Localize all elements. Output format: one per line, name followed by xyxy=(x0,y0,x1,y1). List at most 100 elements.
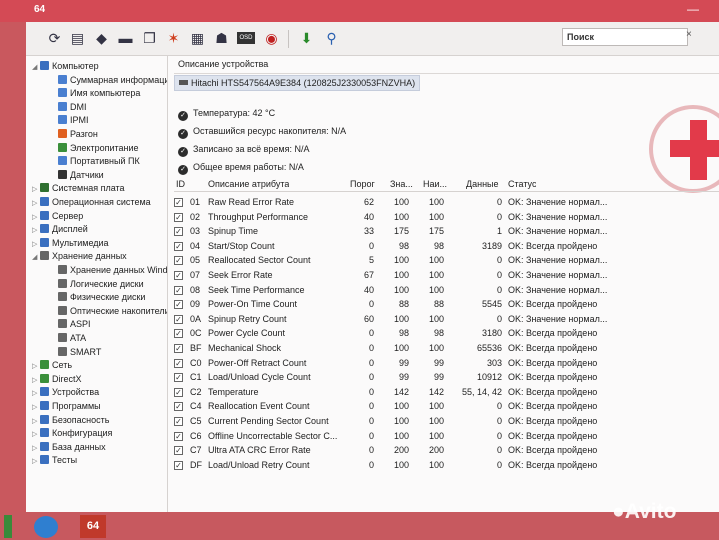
sidebar-item-tests[interactable]: ▷ Тесты xyxy=(32,454,77,466)
user-icon[interactable]: ☗ xyxy=(213,30,230,47)
sidebar-item-storage[interactable]: ◢ Хранение данных xyxy=(32,250,127,262)
expand-arrow-icon[interactable]: ◢ xyxy=(32,62,40,74)
table-row[interactable]: ✓ 0C Power Cycle Count 0 98 98 3180 OK: Всегда … xyxy=(174,326,719,341)
expand-arrow-icon[interactable]: ▷ xyxy=(32,212,40,224)
sidebar-item-security[interactable]: ▷ Безопасность xyxy=(32,414,109,426)
sidebar-item-optical-drives[interactable]: Оптические накопители xyxy=(50,305,167,317)
search-clear-icon[interactable]: × xyxy=(686,29,692,40)
expand-arrow-icon[interactable]: ▷ xyxy=(32,402,40,414)
table-row[interactable]: ✓ 02 Throughput Performance 40 100 100 0 OK: Зн… xyxy=(174,210,719,225)
sidebar-item-summary[interactable]: Суммарная информация xyxy=(50,74,167,86)
favorites-icon[interactable]: ✶ xyxy=(165,30,182,47)
sidebar-item-power[interactable]: Электропитание xyxy=(50,142,139,154)
sidebar-item-smart[interactable]: SMART xyxy=(50,346,101,358)
network-icon[interactable]: ◆ xyxy=(93,30,110,47)
row-checkbox[interactable]: ✓ xyxy=(174,198,183,207)
sidebar-item-devices[interactable]: ▷ Устройства xyxy=(32,386,99,398)
report-icon[interactable]: ▤ xyxy=(69,30,86,47)
clipboard-icon[interactable]: ▦ xyxy=(189,30,206,47)
table-row[interactable]: ✓ 09 Power-On Time Count 0 88 88 5545 OK: Всегд… xyxy=(174,297,719,312)
expand-arrow-icon[interactable]: ▷ xyxy=(32,388,40,400)
col-value[interactable]: Зна... xyxy=(390,179,413,189)
table-row[interactable]: ✓ 0A Spinup Retry Count 60 100 100 0 OK: Значен… xyxy=(174,312,719,327)
expand-arrow-icon[interactable]: ▷ xyxy=(32,375,40,387)
table-row[interactable]: ✓ DF Load/Unload Retry Count 0 100 100 0 OK: Вс… xyxy=(174,458,719,473)
sidebar-item-directx[interactable]: ▷ DirectX xyxy=(32,373,82,385)
row-checkbox[interactable]: ✓ xyxy=(174,227,183,237)
minimize-button[interactable]: — xyxy=(687,2,699,16)
row-checkbox[interactable]: ✓ xyxy=(174,212,183,222)
table-row[interactable]: ✓ BF Mechanical Shock 0 100 100 65536 OK: Всегд… xyxy=(174,341,719,356)
sidebar-item-storage-windows[interactable]: Хранение данных Windows xyxy=(50,264,167,276)
row-checkbox[interactable]: ✓ xyxy=(174,256,183,266)
table-row[interactable]: ✓ 07 Seek Error Rate 67 100 100 0 OK: Значение … xyxy=(174,268,719,283)
table-row[interactable]: ✓ C0 Power-Off Retract Count 0 99 99 303 OK: Вс… xyxy=(174,356,719,371)
expand-arrow-icon[interactable]: ▷ xyxy=(32,456,40,468)
row-checkbox[interactable]: ✓ xyxy=(174,285,183,295)
sidebar-item-config[interactable]: ▷ Конфигурация xyxy=(32,427,112,439)
download-icon[interactable]: ⬇ xyxy=(298,30,315,47)
col-worst[interactable]: Наи... xyxy=(423,179,447,189)
table-row[interactable]: ✓ 01 Raw Read Error Rate 62 100 100 0 OK: Значе… xyxy=(174,195,719,210)
sidebar-item-database[interactable]: ▷ База данных xyxy=(32,441,106,453)
table-row[interactable]: ✓ C4 Reallocation Event Count 0 100 100 0 OK: В… xyxy=(174,399,719,414)
row-checkbox[interactable]: ✓ xyxy=(174,241,183,251)
osd-icon[interactable]: OSD xyxy=(237,32,255,44)
row-checkbox[interactable]: ✓ xyxy=(174,417,183,426)
refresh-icon[interactable]: ⟳ xyxy=(46,30,63,47)
table-row[interactable]: ✓ C2 Temperature 0 142 142 55, 14, 42 OK: Всегд… xyxy=(174,385,719,400)
expand-arrow-icon[interactable]: ▷ xyxy=(32,184,40,196)
sidebar-item-motherboard[interactable]: ▷ Системная плата xyxy=(32,182,125,194)
sidebar-item-computer[interactable]: ◢ Компьютер xyxy=(32,60,99,72)
row-checkbox[interactable]: ✓ xyxy=(174,329,183,339)
table-row[interactable]: ✓ C1 Load/Unload Cycle Count 0 99 99 10912 OK: … xyxy=(174,370,719,385)
row-checkbox[interactable]: ✓ xyxy=(174,431,183,441)
sidebar-item-os[interactable]: ▷ Операционная система xyxy=(32,196,151,208)
expand-arrow-icon[interactable]: ▷ xyxy=(32,198,40,210)
gauge-icon[interactable]: ◉ xyxy=(263,30,280,47)
row-checkbox[interactable]: ✓ xyxy=(174,387,183,397)
row-checkbox[interactable]: ✓ xyxy=(174,271,183,280)
row-checkbox[interactable]: ✓ xyxy=(174,358,183,368)
expand-arrow-icon[interactable]: ◢ xyxy=(32,252,40,264)
table-row[interactable]: ✓ C7 Ultra ATA CRC Error Rate 0 200 200 0 OK: В… xyxy=(174,443,719,458)
table-row[interactable]: ✓ 04 Start/Stop Count 0 98 98 3189 OK: Всегда п… xyxy=(174,239,719,254)
sidebar-item-network[interactable]: ▷ Сеть xyxy=(32,359,72,371)
sidebar-item-logical-disks[interactable]: Логические диски xyxy=(50,278,144,290)
sidebar-item-overclock[interactable]: Разгон xyxy=(50,128,98,140)
monitor-icon[interactable]: ▬ xyxy=(117,30,134,47)
expand-arrow-icon[interactable]: ▷ xyxy=(32,443,40,455)
sidebar-item-programs[interactable]: ▷ Программы xyxy=(32,400,101,412)
sidebar-item-physical-disks[interactable]: Физические диски xyxy=(50,291,145,303)
device-name[interactable]: Hitachi HTS547564A9E384 (120825J2330053F… xyxy=(174,75,421,91)
sidebar-item-ipmi[interactable]: IPMI xyxy=(50,114,89,126)
col-status[interactable]: Статус xyxy=(508,179,536,189)
table-row[interactable]: ✓ 08 Seek Time Performance 40 100 100 0 OK: Зна… xyxy=(174,283,719,298)
row-checkbox[interactable]: ✓ xyxy=(174,373,183,383)
row-checkbox[interactable]: ✓ xyxy=(174,446,183,456)
sidebar-item-computer-name[interactable]: Имя компьютера xyxy=(50,87,140,99)
search-input[interactable]: Поиск xyxy=(562,28,688,46)
expand-arrow-icon[interactable]: ▷ xyxy=(32,225,40,237)
sidebar-item-server[interactable]: ▷ Сервер xyxy=(32,210,83,222)
col-id[interactable]: ID xyxy=(176,179,185,189)
sidebar-item-laptop[interactable]: Портативный ПК xyxy=(50,155,140,167)
copy-icon[interactable]: ❐ xyxy=(141,30,158,47)
browser-icon[interactable] xyxy=(34,516,58,538)
row-checkbox[interactable]: ✓ xyxy=(174,314,183,324)
col-data[interactable]: Данные xyxy=(466,179,499,189)
expand-arrow-icon[interactable]: ▷ xyxy=(32,429,40,441)
taskbar-edge-icon[interactable] xyxy=(4,515,12,538)
table-row[interactable]: ✓ 03 Spinup Time 33 175 175 1 OK: Значение норм… xyxy=(174,224,719,239)
search-icon[interactable]: ⚲ xyxy=(323,30,340,47)
sidebar-item-sensors[interactable]: Датчики xyxy=(50,169,104,181)
sidebar-item-ata[interactable]: ATA xyxy=(50,332,86,344)
table-row[interactable]: ✓ 05 Reallocated Sector Count 5 100 100 0 OK: З… xyxy=(174,253,719,268)
row-checkbox[interactable]: ✓ xyxy=(174,402,183,412)
sidebar-item-display[interactable]: ▷ Дисплей xyxy=(32,223,88,235)
table-row[interactable]: ✓ C6 Offline Uncorrectable Sector C... 0 100… xyxy=(174,429,719,444)
row-checkbox[interactable]: ✓ xyxy=(174,300,183,310)
expand-arrow-icon[interactable]: ▷ xyxy=(32,361,40,373)
row-checkbox[interactable]: ✓ xyxy=(174,460,183,470)
sidebar-item-dmi[interactable]: DMI xyxy=(50,101,87,113)
